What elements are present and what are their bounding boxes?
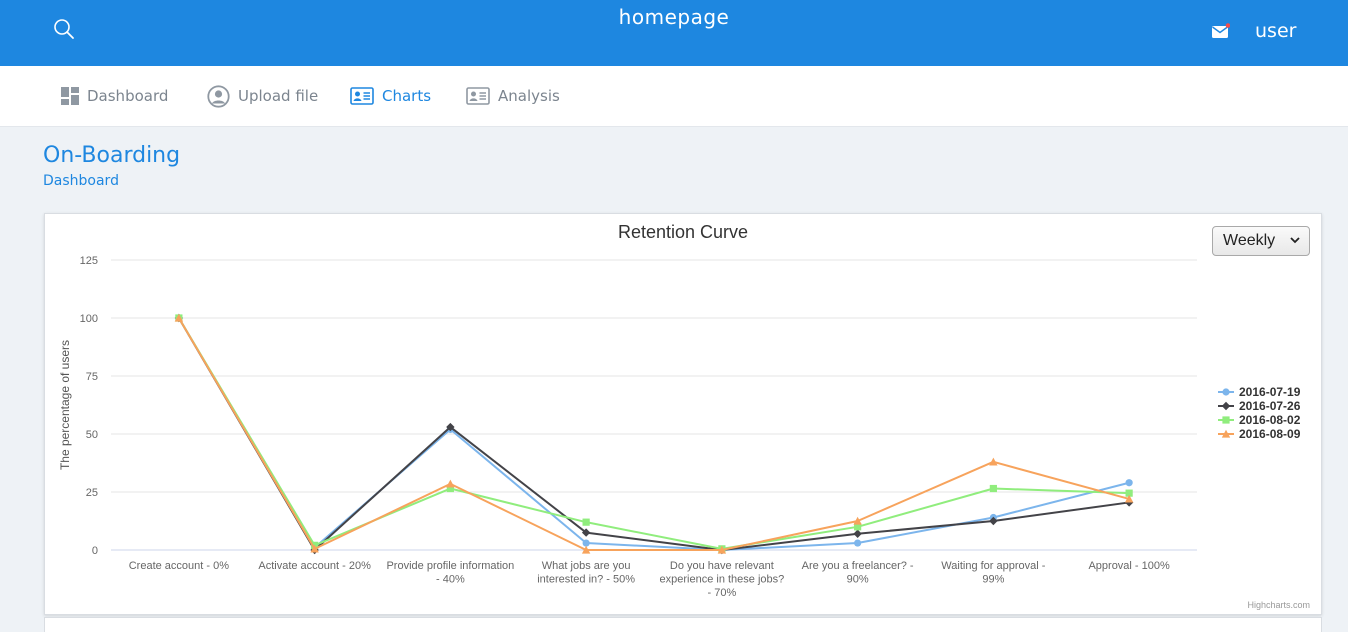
- legend-item[interactable]: 2016-07-19: [1218, 385, 1301, 399]
- series-2016-08-02: [175, 314, 1133, 553]
- legend-label: 2016-08-02: [1239, 413, 1301, 427]
- grid-layer: 0 25 50 75 100 125 Create account - 0% Activate…: [80, 255, 1197, 599]
- x-tick-label: Create account - 0%: [129, 560, 229, 572]
- legend-label: 2016-08-09: [1239, 427, 1301, 441]
- x-tick-label: Are you a freelancer? -90%: [802, 560, 914, 586]
- data-point-marker[interactable]: [582, 539, 590, 547]
- x-tick-label: Waiting for approval -99%: [941, 560, 1045, 586]
- legend-label: 2016-07-19: [1239, 385, 1301, 399]
- x-tick-label: Activate account - 20%: [258, 560, 371, 572]
- legend: 2016-07-192016-07-262016-08-022016-08-09: [1218, 385, 1301, 441]
- legend-marker[interactable]: [1222, 388, 1230, 396]
- x-tick-label: What jobs are you interested in? - 50%: [537, 560, 635, 586]
- chevron-down-icon: [1290, 237, 1300, 244]
- data-point-marker[interactable]: [989, 484, 997, 493]
- data-point-marker[interactable]: [582, 518, 590, 526]
- retention-chart: 0 25 50 75 100 125 Create account - 0% Activate…: [58, 222, 1310, 610]
- x-tick-label: Approval - 100%: [1088, 560, 1170, 572]
- y-tick-label: 125: [80, 255, 98, 267]
- data-point-marker[interactable]: [989, 457, 998, 466]
- chart-credits[interactable]: Highcharts.com: [1247, 600, 1310, 610]
- y-axis-title: The percentage of users: [58, 340, 72, 470]
- y-tick-label: 100: [80, 313, 98, 325]
- chart-title: Retention Curve: [618, 222, 748, 242]
- legend-label: 2016-07-26: [1239, 399, 1301, 413]
- data-point-marker[interactable]: [854, 539, 862, 547]
- legend-marker[interactable]: [1221, 401, 1231, 411]
- period-select[interactable]: Weekly: [1212, 226, 1310, 256]
- data-point-marker[interactable]: [446, 479, 455, 488]
- series-line: [178, 317, 1130, 550]
- x-tick-label: Do you have relevant experience in these …: [660, 560, 785, 599]
- period-select-value: Weekly: [1223, 232, 1276, 249]
- y-tick-label: 75: [86, 371, 98, 383]
- y-tick-label: 50: [86, 429, 98, 441]
- legend-item[interactable]: 2016-07-26: [1218, 399, 1301, 413]
- y-tick-label: 0: [92, 545, 98, 557]
- legend-item[interactable]: 2016-08-02: [1218, 413, 1301, 427]
- y-tick-label: 25: [86, 487, 98, 499]
- x-tick-label: Provide profile information - 40%: [386, 560, 514, 586]
- data-point-marker[interactable]: [1125, 479, 1133, 487]
- legend-item[interactable]: 2016-08-09: [1218, 427, 1301, 441]
- legend-marker[interactable]: [1222, 416, 1230, 424]
- data-point-marker[interactable]: [853, 529, 862, 538]
